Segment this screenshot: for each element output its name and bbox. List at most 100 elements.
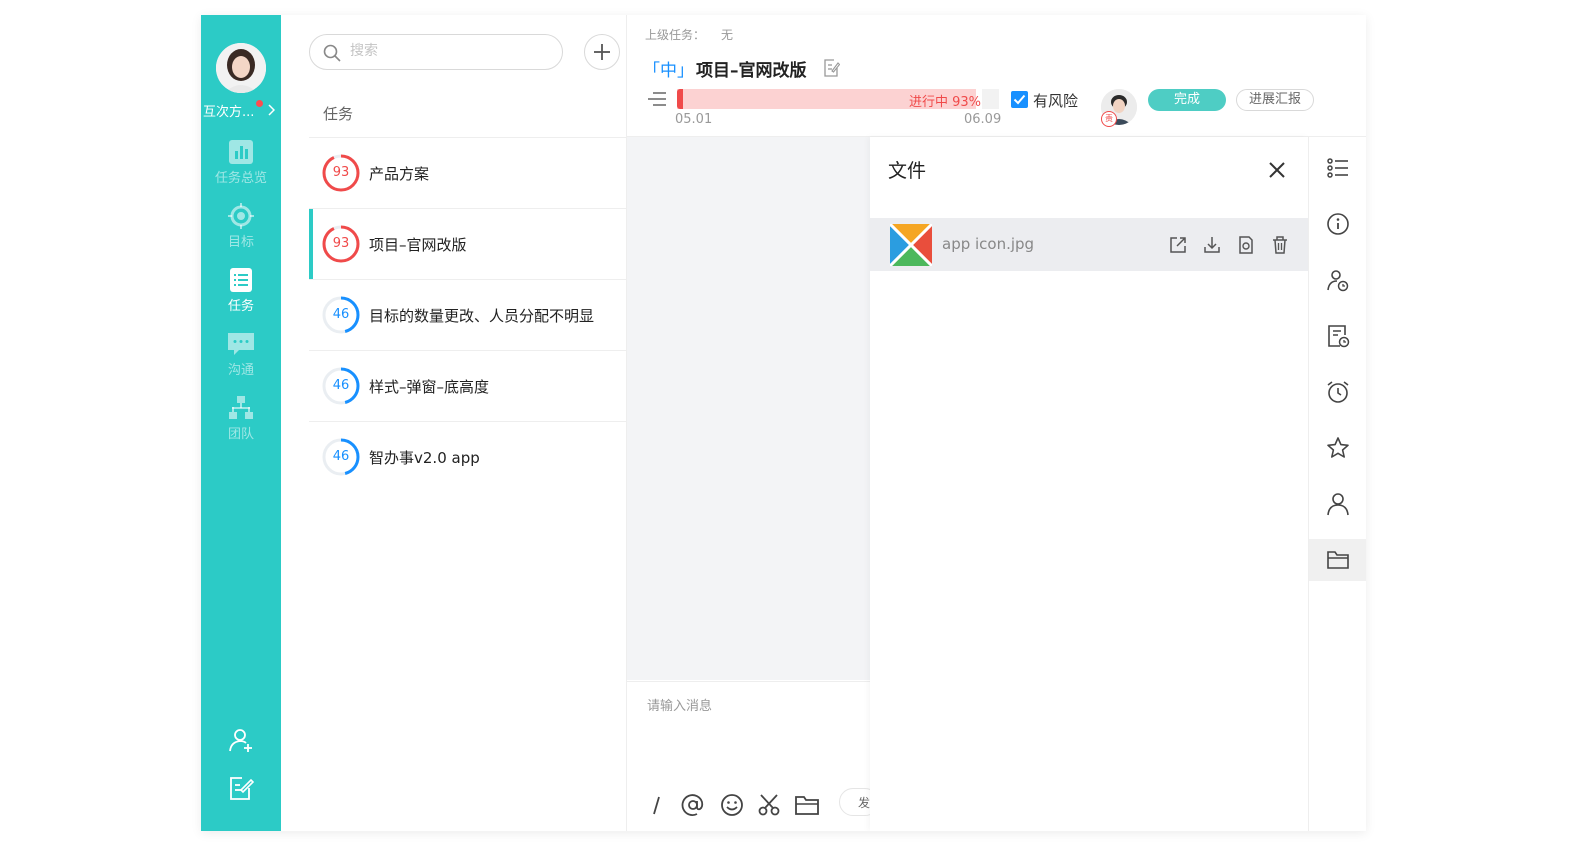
chevron-right-icon[interactable] bbox=[267, 104, 275, 116]
nav-item-team[interactable]: 团队 bbox=[201, 395, 281, 453]
add-task-button[interactable] bbox=[584, 34, 620, 70]
edit-icon[interactable] bbox=[824, 59, 840, 77]
search-input[interactable] bbox=[348, 42, 552, 60]
alarm-clock-icon bbox=[1327, 381, 1349, 403]
task-name: 项目–官网改版 bbox=[369, 236, 467, 254]
task-name: 智办事v2.0 app bbox=[369, 449, 480, 467]
target-icon bbox=[228, 203, 254, 229]
list-icon bbox=[230, 268, 252, 292]
left-nav: 互次方... 任务总览 目标 任务 沟通 团队 bbox=[201, 15, 281, 831]
priority-label[interactable]: 「中」 bbox=[643, 56, 694, 81]
progress-number: 93 bbox=[332, 236, 350, 251]
file-name[interactable]: app icon.jpg bbox=[942, 235, 1034, 253]
tab-person[interactable] bbox=[1309, 483, 1366, 525]
edit-note-icon bbox=[230, 777, 255, 800]
star-icon bbox=[1327, 437, 1349, 458]
collapse-icon[interactable] bbox=[647, 91, 667, 107]
plus-icon bbox=[594, 44, 610, 60]
chat-bubble-icon bbox=[228, 333, 254, 355]
close-icon[interactable] bbox=[1266, 159, 1288, 181]
complete-button[interactable]: 完成 bbox=[1148, 89, 1226, 111]
folder-icon[interactable] bbox=[794, 792, 820, 818]
progress-number: 93 bbox=[332, 165, 350, 180]
parent-task-label: 上级任务： bbox=[645, 28, 706, 42]
progress-text: 进行中 93% bbox=[908, 95, 981, 110]
owner-badge: 责 bbox=[1101, 111, 1117, 127]
nav-item-chat[interactable]: 沟通 bbox=[201, 331, 281, 389]
check-icon bbox=[1013, 94, 1026, 105]
user-clock-icon bbox=[1327, 270, 1349, 292]
org-chart-icon bbox=[229, 396, 253, 419]
progress-report-button[interactable]: 进展汇报 bbox=[1236, 89, 1314, 111]
detail-side-tabs bbox=[1308, 137, 1366, 831]
nav-label: 团队 bbox=[227, 427, 254, 442]
task-detail: 上级任务： 无 「中」 项目–官网改版 进行中 93% 05.01 06.09 … bbox=[627, 15, 1366, 831]
message-input[interactable] bbox=[645, 698, 849, 715]
section-title: 任务 bbox=[323, 105, 354, 123]
task-row[interactable]: 93 项目–官网改版 bbox=[309, 208, 626, 279]
add-contact-button[interactable] bbox=[227, 726, 255, 754]
files-panel: 文件 app icon.jpg bbox=[870, 137, 1308, 831]
nav-label: 任务总览 bbox=[214, 171, 267, 186]
task-row[interactable]: 46 智办事v2.0 app bbox=[309, 421, 626, 491]
scissors-icon[interactable] bbox=[756, 792, 782, 818]
user-icon bbox=[1327, 493, 1349, 516]
add-user-icon bbox=[229, 729, 252, 752]
task-title[interactable]: 项目–官网改版 bbox=[696, 56, 807, 81]
parent-task-value[interactable]: 无 bbox=[721, 26, 733, 43]
nav-item-goals[interactable]: 目标 bbox=[201, 203, 281, 261]
notification-dot bbox=[256, 100, 263, 107]
user-avatar[interactable] bbox=[216, 43, 266, 93]
progress-number: 46 bbox=[332, 378, 350, 393]
download-icon[interactable] bbox=[1202, 235, 1222, 255]
numbered-list-icon bbox=[1327, 158, 1348, 178]
progress-start-cap bbox=[677, 89, 683, 109]
progress-number: 46 bbox=[332, 449, 350, 464]
task-name: 产品方案 bbox=[369, 165, 430, 183]
document-clock-icon bbox=[1328, 325, 1350, 348]
chat-messages-area bbox=[627, 137, 870, 680]
detail-header: 上级任务： 无 「中」 项目–官网改版 进行中 93% 05.01 06.09 … bbox=[627, 15, 1366, 137]
tab-info[interactable] bbox=[1309, 203, 1366, 245]
nav-label: 沟通 bbox=[227, 363, 254, 378]
task-row[interactable]: 46 目标的数量更改、人员分配不明显 bbox=[309, 279, 626, 349]
search-icon bbox=[323, 44, 341, 62]
task-name: 目标的数量更改、人员分配不明显 bbox=[369, 307, 595, 325]
files-panel-title: 文件 bbox=[888, 160, 927, 182]
folder-icon bbox=[1327, 551, 1349, 569]
open-external-icon[interactable] bbox=[1168, 235, 1188, 255]
tab-favorites[interactable] bbox=[1309, 427, 1366, 469]
tab-logs[interactable] bbox=[1309, 315, 1366, 357]
info-icon bbox=[1327, 213, 1349, 235]
search-box[interactable] bbox=[309, 34, 563, 70]
tab-members-time[interactable] bbox=[1309, 259, 1366, 301]
task-row[interactable]: 93 产品方案 bbox=[309, 137, 626, 207]
tab-files[interactable] bbox=[1309, 539, 1366, 581]
slash-command-icon[interactable] bbox=[644, 792, 670, 818]
nav-item-tasks[interactable]: 任务 bbox=[201, 267, 281, 325]
emoji-icon[interactable] bbox=[719, 792, 745, 818]
bar-chart-icon bbox=[229, 140, 253, 164]
message-composer: 发 bbox=[627, 681, 879, 831]
nav-label: 目标 bbox=[227, 235, 254, 250]
risk-label[interactable]: 有风险 bbox=[1033, 90, 1078, 111]
start-date: 05.01 bbox=[675, 112, 713, 127]
task-list-panel: 任务 93 产品方案 93 项目–官网改版 46 目标的数量更改、人员分配不明显 46 样式–… bbox=[281, 15, 627, 831]
app-window: 互次方... 任务总览 目标 任务 沟通 团队 搜索 任务 93 产品方案 93… bbox=[201, 15, 1366, 831]
file-thumbnail-icon bbox=[890, 224, 932, 266]
mention-icon[interactable] bbox=[680, 792, 706, 818]
end-date: 06.09 bbox=[964, 112, 1002, 127]
compose-button[interactable] bbox=[227, 774, 255, 802]
task-name: 样式–弹窗–底高度 bbox=[369, 378, 490, 396]
trash-icon[interactable] bbox=[1270, 235, 1290, 255]
risk-checkbox[interactable] bbox=[1011, 91, 1028, 108]
progress-number: 46 bbox=[332, 307, 350, 322]
file-settings-icon[interactable] bbox=[1236, 235, 1256, 255]
task-row[interactable]: 46 样式–弹窗–底高度 bbox=[309, 350, 626, 420]
progress-remaining bbox=[982, 89, 999, 109]
nav-label: 任务 bbox=[227, 299, 254, 314]
tab-reminders[interactable] bbox=[1309, 371, 1366, 413]
tab-subtasks[interactable] bbox=[1309, 147, 1366, 189]
file-row[interactable]: app icon.jpg bbox=[870, 218, 1308, 271]
nav-item-overview[interactable]: 任务总览 bbox=[201, 139, 281, 197]
